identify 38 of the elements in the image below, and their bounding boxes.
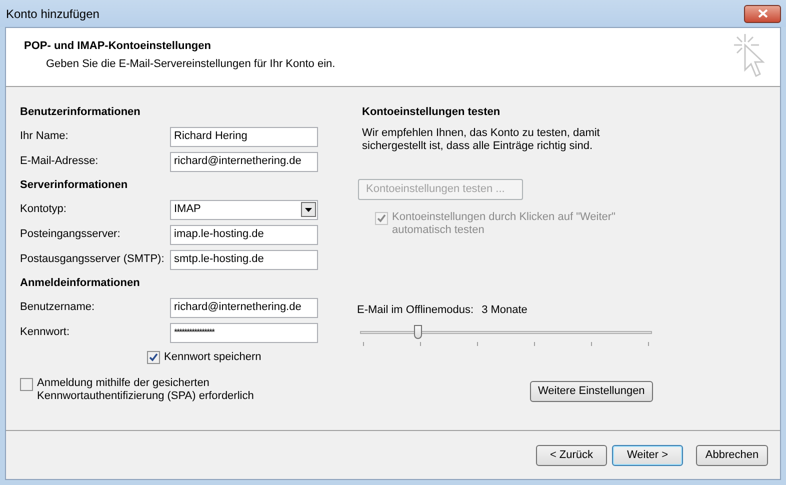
input-field[interactable]: richard@internethering.de xyxy=(170,152,318,172)
input-field[interactable]: Richard Hering xyxy=(170,126,318,146)
input-field[interactable]: imap.le-hosting.de xyxy=(170,224,318,244)
close-button[interactable] xyxy=(744,4,781,22)
window-title: Konto hinzufügen xyxy=(6,6,100,22)
more-settings-button[interactable]: Weitere Einstellungen xyxy=(530,380,653,402)
offline-label: E-Mail im Offlinemodus: xyxy=(357,303,474,318)
section-heading: Serverinformationen xyxy=(20,178,129,194)
field-label: Benutzername: xyxy=(20,300,96,316)
close-icon xyxy=(758,9,768,18)
section-heading: Kontoeinstellungen testen xyxy=(362,105,502,120)
account-type-dropdown[interactable]: IMAP xyxy=(170,200,318,220)
checkbox-label: Kennwort speichern xyxy=(164,350,262,365)
field-label: Kennwort: xyxy=(20,325,71,340)
offline-slider[interactable] xyxy=(360,324,652,348)
checkbox-label: Anmeldung mithilfe der gesicherten Kennwortauthentifizierung (SPA) erforderlich xyxy=(37,377,255,403)
field-label: Ihr Name: xyxy=(20,129,70,144)
input-field[interactable]: richard@internethering.de xyxy=(170,298,318,318)
dialog-button[interactable]: < Zurück xyxy=(536,444,607,466)
checkbox-label: Kontoeinstellungen durch Klicken auf "Weiter" automatisch testen xyxy=(392,211,616,237)
page-title: POP- und IMAP-Kontoeinstellungen xyxy=(24,39,212,54)
checkbox[interactable] xyxy=(20,378,33,391)
slider-thumb[interactable] xyxy=(414,324,422,338)
cursor-click-icon xyxy=(732,32,766,80)
field-label: E-Mail-Adresse: xyxy=(20,154,100,170)
dialog-button[interactable]: Abbrechen xyxy=(696,444,768,466)
checkbox[interactable] xyxy=(147,350,160,364)
page-subtitle: Geben Sie die E-Mail-Servereinstellungen für Ihr Konto ein. xyxy=(45,56,336,72)
offline-value: 3 Monate xyxy=(482,303,528,318)
field-label: Postausgangsserver (SMTP): xyxy=(20,252,166,268)
password-field[interactable]: **************** xyxy=(170,322,318,342)
input-field[interactable]: smtp.le-hosting.de xyxy=(170,250,318,270)
field-label: Kontotyp: xyxy=(20,202,68,218)
field-label: Posteingangsserver: xyxy=(20,227,122,242)
description-text: Wir empfehlen Ihnen, das Konto zu testen, damit sichergestellt ist, dass alle Einträge richtig sind. xyxy=(362,127,601,153)
dialog-button[interactable]: Weiter > xyxy=(612,444,683,466)
section-heading: Benutzerinformationen xyxy=(20,105,142,120)
section-heading: Anmeldeinformationen xyxy=(20,276,141,292)
